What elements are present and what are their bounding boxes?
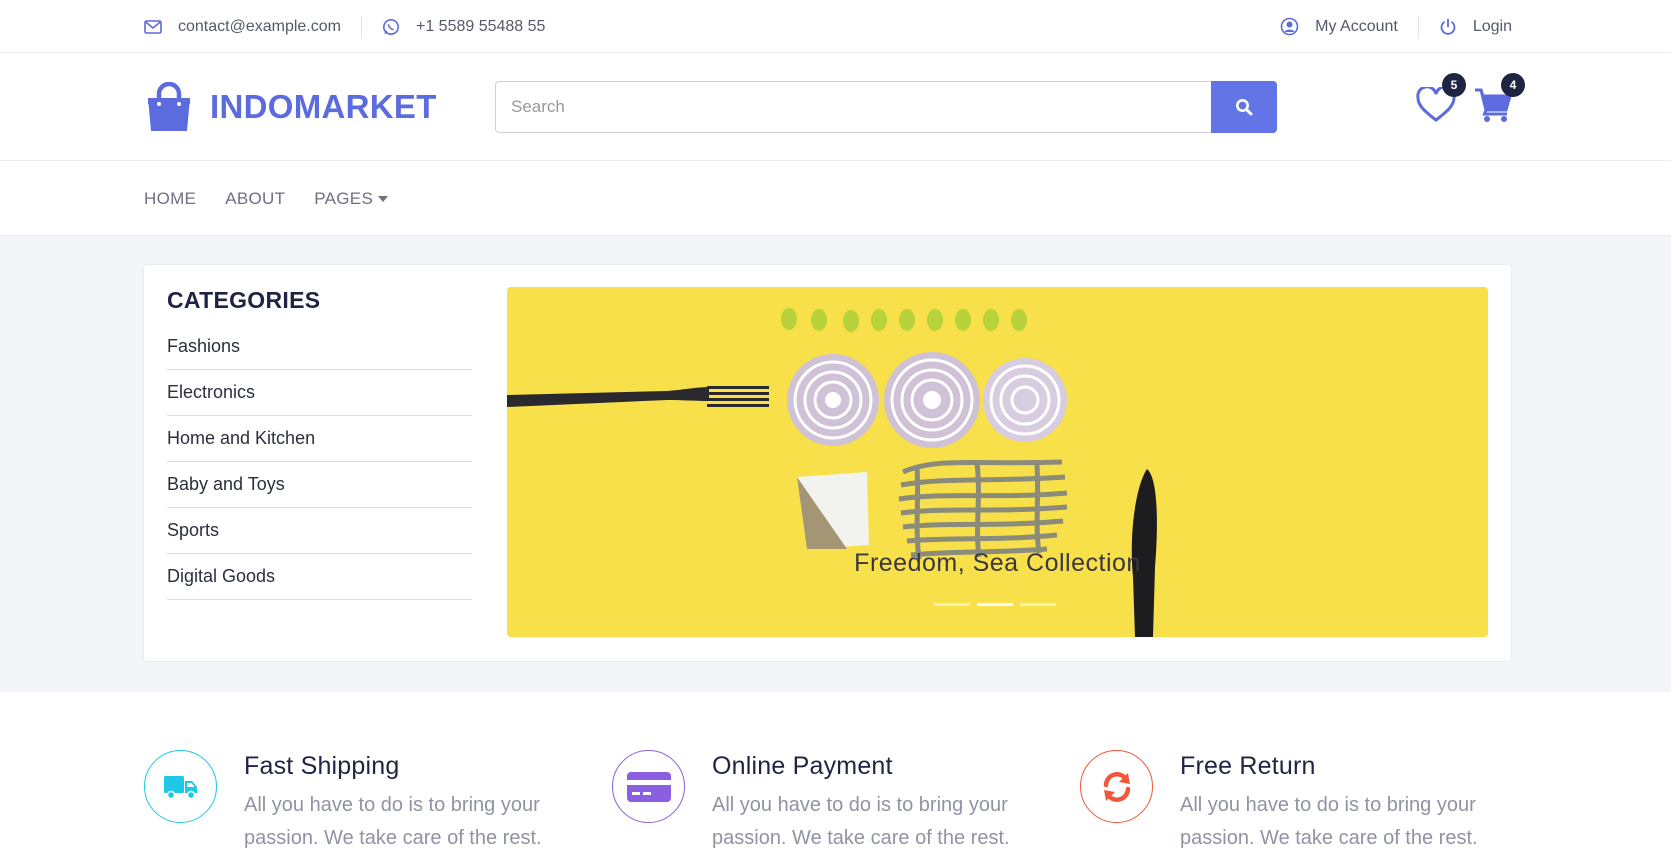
slider-indicators — [934, 603, 1063, 606]
wishlist-count-badge: 5 — [1442, 72, 1466, 97]
feature-description: All you have to do is to bring your pass… — [1180, 794, 1478, 849]
fork — [507, 386, 769, 407]
login-label: Login — [1472, 17, 1512, 35]
refresh-icon — [1103, 771, 1130, 802]
divider — [1417, 15, 1419, 38]
envelope-icon — [144, 19, 162, 34]
search-bar: Search — [495, 81, 1277, 133]
caret-down-icon — [378, 195, 389, 202]
feature-icon-circle — [144, 750, 217, 823]
slide-indicator[interactable] — [1020, 603, 1056, 606]
slide-indicator[interactable] — [934, 603, 970, 606]
feature-title: Fast Shipping — [244, 752, 400, 780]
features-section: Fast Shipping All you have to do is to b… — [0, 692, 1671, 854]
slide-indicator-active[interactable] — [977, 603, 1013, 606]
divider — [360, 15, 362, 38]
search-icon — [1236, 99, 1253, 116]
shopping-bag-icon — [148, 82, 190, 131]
site-header: INDOMARKET Search 5 4 — [0, 53, 1671, 161]
category-item[interactable]: Baby and Toys — [167, 462, 472, 508]
category-item[interactable]: Sports — [167, 508, 472, 554]
brand-logo[interactable]: INDOMARKET — [144, 82, 495, 132]
search-input[interactable]: Search — [495, 81, 1211, 133]
feature-title: Online Payment — [712, 752, 893, 780]
feature-title: Free Return — [1180, 752, 1316, 780]
power-icon — [1440, 18, 1456, 35]
spice-pile — [797, 472, 869, 549]
category-item[interactable]: Home and Kitchen — [167, 416, 472, 462]
hero-slider[interactable]: Freedom, Sea Collection — [507, 287, 1488, 637]
top-bar: contact@example.com +1 5589 55488 55 My … — [0, 0, 1671, 53]
search-button[interactable] — [1211, 81, 1277, 133]
contact-email-text: contact@example.com — [178, 17, 341, 35]
whatsapp-icon — [382, 18, 399, 35]
hero-section: CATEGORIES Fashions Electronics Home and… — [0, 236, 1671, 692]
credit-card-icon — [626, 771, 671, 802]
categories-title: CATEGORIES — [167, 287, 321, 313]
main-nav: HOME ABOUT PAGES — [0, 161, 1671, 236]
nav-about[interactable]: ABOUT — [225, 189, 285, 209]
my-account-link[interactable]: My Account — [1280, 17, 1398, 36]
feature-description: All you have to do is to bring your pass… — [712, 794, 1010, 849]
onion-slices — [787, 352, 1067, 448]
cart-button[interactable]: 4 — [1474, 72, 1525, 128]
pasta-bundle — [898, 459, 1068, 560]
cart-count-badge: 4 — [1501, 72, 1525, 97]
categories-panel: CATEGORIES Fashions Electronics Home and… — [167, 287, 472, 600]
wishlist-button[interactable]: 5 — [1416, 72, 1466, 128]
feature-online-payment: Online Payment All you have to do is to … — [612, 750, 1052, 855]
category-item[interactable]: Electronics — [167, 370, 472, 416]
contact-phone-text: +1 5589 55488 55 — [415, 17, 546, 35]
truck-icon — [163, 775, 197, 799]
feature-icon-circle — [612, 750, 685, 823]
feature-description: All you have to do is to bring your pass… — [244, 794, 542, 849]
nav-pages[interactable]: PAGES — [314, 188, 389, 209]
brand-name: INDOMARKET — [210, 88, 437, 125]
nav-pages-label: PAGES — [314, 188, 374, 208]
hero-card: CATEGORIES Fashions Electronics Home and… — [143, 264, 1512, 662]
category-item[interactable]: Digital Goods — [167, 554, 472, 600]
contact-email[interactable]: contact@example.com — [144, 18, 341, 36]
category-item[interactable]: Fashions — [167, 324, 472, 370]
feature-icon-circle — [1080, 750, 1153, 823]
pepper-slices — [781, 308, 1027, 332]
contact-phone[interactable]: +1 5589 55488 55 — [382, 18, 545, 36]
feature-free-return: Free Return All you have to do is to bri… — [1080, 750, 1520, 855]
login-link[interactable]: Login — [1439, 18, 1512, 36]
slide-caption: Freedom, Sea Collection — [854, 549, 1141, 577]
user-circle-icon — [1280, 17, 1299, 36]
nav-home[interactable]: HOME — [144, 189, 196, 209]
feature-fast-shipping: Fast Shipping All you have to do is to b… — [144, 750, 584, 855]
my-account-label: My Account — [1315, 17, 1398, 35]
slide-image — [507, 308, 1157, 637]
